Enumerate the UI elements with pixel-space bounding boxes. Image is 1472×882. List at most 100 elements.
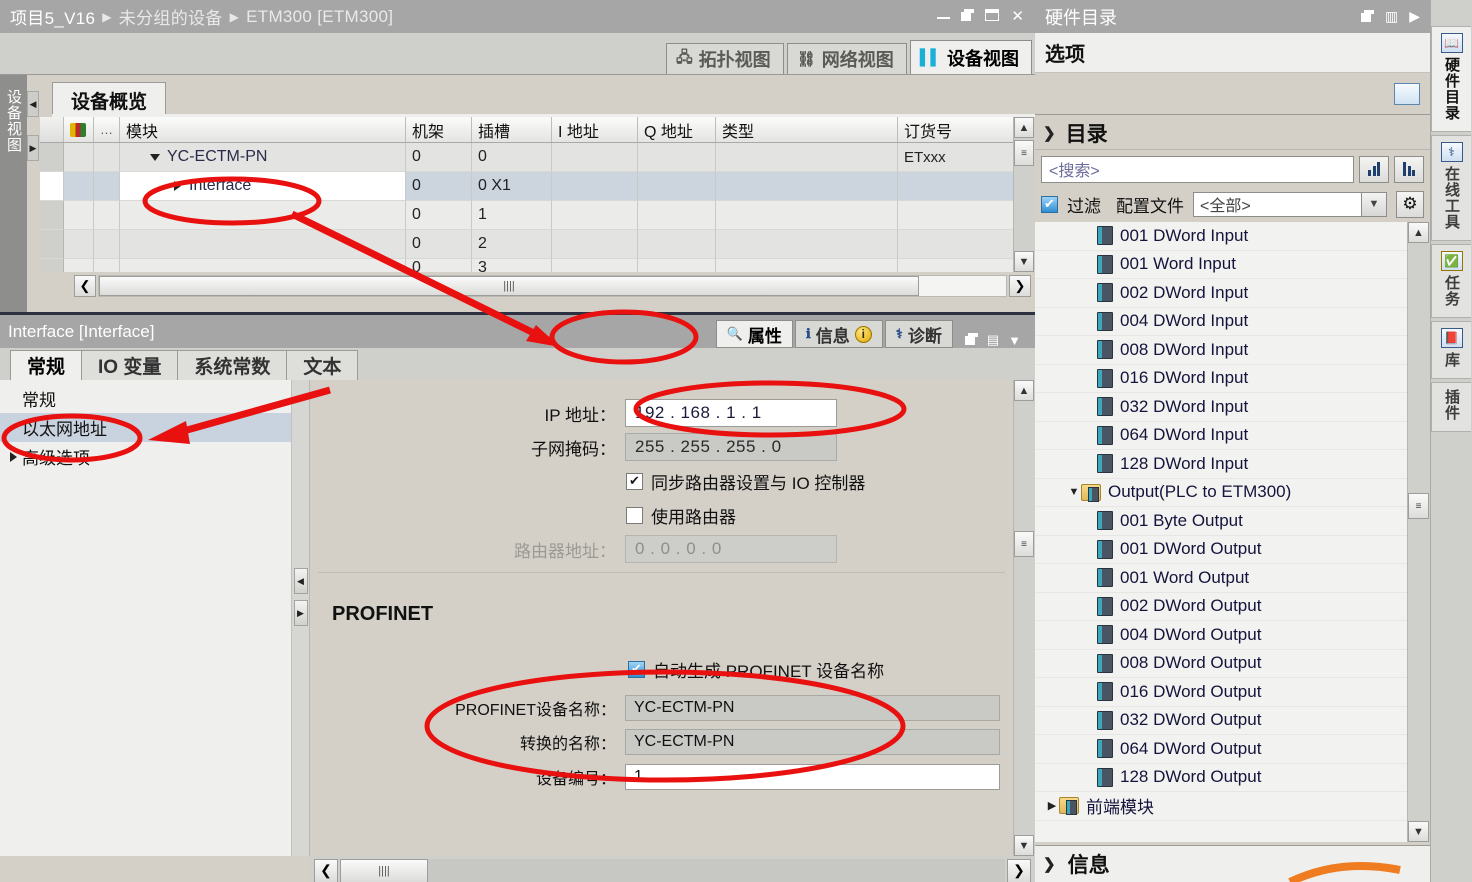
- tab-topology-view[interactable]: 🖧 拓扑视图: [665, 43, 784, 74]
- scroll-up-icon[interactable]: ▲: [1014, 117, 1034, 138]
- th-slot[interactable]: 插槽: [472, 117, 552, 142]
- close-icon[interactable]: ✕: [1011, 9, 1024, 24]
- table-row[interactable]: 0 2: [40, 230, 1035, 259]
- maximize-icon[interactable]: [985, 9, 1000, 24]
- search-input[interactable]: <搜索>: [1041, 155, 1354, 183]
- tree-item[interactable]: 032 DWord Output: [1035, 707, 1407, 735]
- tree-item-frontend-modules[interactable]: ▶ 前端模块: [1035, 792, 1407, 821]
- nav-item-advanced-options[interactable]: 高级选项: [0, 442, 291, 471]
- tab-device-view[interactable]: ▌▌ 设备视图: [909, 40, 1032, 74]
- use-router-row[interactable]: 使用路由器: [310, 498, 1013, 532]
- tree-item[interactable]: 008 DWord Output: [1035, 650, 1407, 678]
- table-row[interactable]: 0 3: [40, 259, 1035, 273]
- chevron-down-icon[interactable]: ▼: [1361, 192, 1386, 216]
- tab-diagnostics[interactable]: ⚕ 诊断: [884, 320, 953, 348]
- tree-item[interactable]: 001 Word Output: [1035, 564, 1407, 593]
- table-row[interactable]: YC-ECTM-PN 0 0 ETxxx: [40, 143, 1035, 172]
- th-module[interactable]: 模块: [120, 117, 406, 142]
- chevron-down-icon[interactable]: [150, 153, 160, 161]
- tree-item[interactable]: 001 Byte Output: [1035, 507, 1407, 536]
- device-number-input[interactable]: 1: [625, 763, 1000, 790]
- restore-icon[interactable]: [961, 9, 975, 24]
- th-q-address[interactable]: Q 地址: [638, 117, 716, 142]
- th-rack[interactable]: 机架: [406, 117, 472, 142]
- table-row[interactable]: 0 1: [40, 201, 1035, 230]
- scroll-up-icon[interactable]: ▲: [1014, 380, 1034, 401]
- scroll-left-icon[interactable]: ❮: [314, 858, 338, 882]
- splitter-collapse-right-icon[interactable]: ▶: [293, 600, 308, 626]
- hscroll-track[interactable]: ||||: [98, 274, 1007, 297]
- restore-icon[interactable]: [1360, 9, 1374, 25]
- scroll-right-icon[interactable]: ❯: [1007, 858, 1031, 882]
- tree-item[interactable]: 128 DWord Output: [1035, 764, 1407, 792]
- scroll-down-icon[interactable]: ▼: [1408, 821, 1429, 842]
- filter-checkbox[interactable]: ✔: [1041, 195, 1058, 213]
- chevron-right-icon[interactable]: ▶: [1409, 8, 1420, 25]
- use-router-checkbox[interactable]: [626, 506, 643, 524]
- tree-item[interactable]: 008 DWord Input: [1035, 336, 1407, 365]
- list-icon[interactable]: ▤: [987, 332, 999, 348]
- breadcrumb-item-device[interactable]: ETM300 [ETM300]: [246, 7, 393, 27]
- chevron-down-icon[interactable]: ❯: [1043, 124, 1056, 142]
- tree-item[interactable]: 001 Word Input: [1035, 251, 1407, 279]
- breadcrumb-item-group[interactable]: 未分组的设备: [119, 4, 223, 29]
- th-type[interactable]: 类型: [716, 117, 898, 142]
- splitter-collapse-left-icon[interactable]: ◀: [293, 568, 308, 594]
- scroll-thumb[interactable]: ≡: [1014, 531, 1034, 557]
- tree-item[interactable]: 064 DWord Input: [1035, 422, 1407, 450]
- profile-select[interactable]: <全部> ▼: [1193, 191, 1387, 217]
- catalog-settings-icon[interactable]: ⚙: [1396, 190, 1424, 218]
- expand-right-icon[interactable]: ▶: [27, 135, 39, 161]
- ip-address-input[interactable]: 192 . 168 . 1 . 1: [625, 399, 837, 427]
- scroll-left-icon[interactable]: ❮: [74, 274, 96, 297]
- tree-item[interactable]: 001 DWord Output: [1035, 536, 1407, 564]
- chevron-down-icon[interactable]: ▼: [1008, 333, 1021, 348]
- catalog-view-toggle-icon[interactable]: [1394, 82, 1420, 105]
- scroll-thumb[interactable]: ≡: [1014, 140, 1034, 166]
- minimize-icon[interactable]: [937, 9, 951, 24]
- tree-item[interactable]: 004 DWord Output: [1035, 621, 1407, 650]
- th-order-number[interactable]: 订货号: [898, 117, 1018, 142]
- columns-icon[interactable]: ▥: [1385, 8, 1398, 25]
- auto-generate-name-row[interactable]: ✔ 自动生成 PROFINET 设备名称: [310, 652, 1013, 686]
- tree-item[interactable]: 016 DWord Output: [1035, 678, 1407, 707]
- hscroll-thumb[interactable]: ||||: [340, 858, 428, 882]
- tree-item[interactable]: 032 DWord Input: [1035, 393, 1407, 422]
- tree-item[interactable]: 002 DWord Input: [1035, 279, 1407, 308]
- tab-info[interactable]: ℹ 信息 i: [794, 320, 883, 348]
- tree-item[interactable]: 128 DWord Input: [1035, 450, 1407, 479]
- auto-generate-name-checkbox[interactable]: ✔: [628, 660, 645, 678]
- catalog-section-header[interactable]: ❯ 目录: [1035, 116, 1430, 150]
- chevron-right-icon[interactable]: [174, 181, 181, 191]
- tab-texts[interactable]: 文本: [286, 350, 359, 380]
- vtab-libraries[interactable]: 📕 库: [1431, 321, 1471, 379]
- scroll-up-icon[interactable]: ▲: [1408, 222, 1429, 243]
- tree-item[interactable]: 002 DWord Output: [1035, 593, 1407, 621]
- chevron-down-icon[interactable]: ▼: [1067, 486, 1081, 498]
- form-vertical-scrollbar[interactable]: ▲ ≡ ▼: [1013, 380, 1035, 856]
- chevron-right-icon[interactable]: ▶: [1045, 799, 1059, 812]
- tab-device-overview[interactable]: 设备概览: [52, 82, 167, 117]
- scroll-down-icon[interactable]: ▼: [1014, 835, 1034, 856]
- vtab-addins[interactable]: 插件: [1431, 382, 1471, 432]
- tree-item[interactable]: 016 DWord Input: [1035, 365, 1407, 393]
- nav-item-ethernet-addresses[interactable]: 以太网地址: [0, 413, 291, 442]
- table-horizontal-scrollbar[interactable]: ❮ |||| ❯: [40, 272, 1035, 299]
- collapse-left-icon[interactable]: ◀: [27, 91, 39, 117]
- form-horizontal-scrollbar[interactable]: ❮ |||| ❯: [310, 856, 1035, 882]
- tree-item[interactable]: 004 DWord Input: [1035, 308, 1407, 336]
- chevron-right-icon[interactable]: ❯: [1043, 855, 1056, 873]
- profinet-device-name-input[interactable]: YC-ECTM-PN: [625, 695, 1000, 721]
- tab-properties[interactable]: 🔍 属性: [715, 320, 793, 348]
- vtab-tasks[interactable]: ✅ 任务: [1431, 244, 1471, 318]
- breadcrumb-item-project[interactable]: 项目5_V16: [10, 4, 95, 29]
- vtab-hardware-catalog[interactable]: 📖 硬件目录: [1431, 26, 1471, 132]
- tab-general[interactable]: 常规: [10, 350, 83, 380]
- tree-item[interactable]: 064 DWord Output: [1035, 735, 1407, 764]
- table-row[interactable]: Interface 0 0 X1: [40, 172, 1035, 201]
- vtab-online-tools[interactable]: ⚕ 在线工具: [1431, 135, 1471, 241]
- hscroll-track[interactable]: ||||: [340, 858, 1005, 882]
- tree-item-output-group[interactable]: ▼ Output(PLC to ETM300): [1035, 479, 1407, 507]
- catalog-tree-scrollbar[interactable]: ▲ ≡ ▼: [1407, 222, 1430, 842]
- restore-icon[interactable]: [964, 332, 978, 348]
